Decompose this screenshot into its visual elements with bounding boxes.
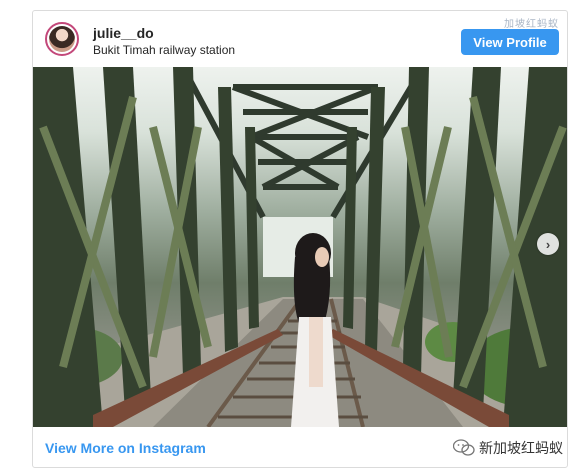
wechat-account-name: 新加坡红蚂蚁	[479, 440, 563, 456]
chevron-right-icon[interactable]: ›	[537, 233, 559, 255]
wechat-account-watermark: 新加坡红蚂蚁	[452, 437, 563, 459]
post-footer: View More on Instagram 新加坡红蚂蚁	[33, 427, 567, 467]
view-profile-button[interactable]: View Profile	[461, 29, 559, 55]
location[interactable]: Bukit Timah railway station	[93, 43, 235, 57]
username[interactable]: julie__do	[93, 25, 154, 41]
post-photo[interactable]: ›	[33, 67, 567, 427]
wechat-logo-icon	[452, 439, 475, 457]
avatar-image	[49, 26, 75, 52]
view-more-link[interactable]: View More on Instagram	[45, 440, 206, 456]
post-header: julie__do Bukit Timah railway station 加坡…	[33, 11, 567, 67]
instagram-embed-card: julie__do Bukit Timah railway station 加坡…	[32, 10, 568, 468]
avatar[interactable]	[45, 22, 79, 56]
bridge-scene	[33, 67, 567, 427]
watermark-text: 加坡红蚂蚁	[504, 19, 559, 30]
